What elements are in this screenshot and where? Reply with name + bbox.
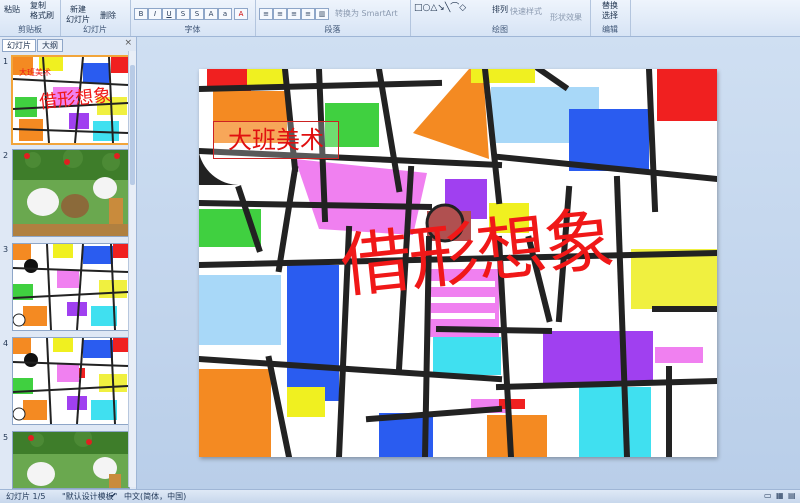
slide-thumbnail-4[interactable] xyxy=(12,337,130,425)
slide-thumbnail-2[interactable] xyxy=(12,149,130,237)
normal-view-icon[interactable]: ▭ xyxy=(764,491,772,500)
justify-icon[interactable]: ≡ xyxy=(301,8,315,20)
align-right-icon[interactable]: ≡ xyxy=(287,8,301,20)
delete-slide-button[interactable]: 删除 xyxy=(100,10,116,21)
slide-canvas: 大班美术 借形想象 xyxy=(137,37,800,489)
editing-label: 编辑 xyxy=(602,25,618,34)
clipboard-label: 剪贴板 xyxy=(18,25,42,34)
ribbon: 粘贴 复制 格式刷 剪贴板 新建 幻灯片 删除 幻灯片 B I U S S A … xyxy=(0,0,800,37)
shadow-icon[interactable]: S xyxy=(190,8,204,20)
strikethrough-icon[interactable]: S xyxy=(176,8,190,20)
tab-slides[interactable]: 幻灯片 xyxy=(2,39,36,52)
thumbnail-art-5 xyxy=(13,432,129,488)
font-group: B I U S S A a A 字体 xyxy=(130,0,256,36)
paragraph-label: 段落 xyxy=(324,25,341,34)
italic-icon[interactable]: I xyxy=(148,8,162,20)
thumbnail-art-4 xyxy=(13,338,129,424)
columns-icon[interactable]: ▥ xyxy=(315,8,329,20)
subtitle-textbox[interactable]: 大班美术 xyxy=(213,121,339,159)
slide-panel: 幻灯片 大纲 × 1 借形想象 大班美术 2 3 4 5 xyxy=(0,37,137,489)
slides-group: 新建 幻灯片 删除 幻灯片 xyxy=(60,0,131,36)
slide-thumbnail-1[interactable]: 借形想象 大班美术 xyxy=(11,55,131,145)
arrange-button[interactable]: 排列 xyxy=(492,4,508,15)
shape-effects-button[interactable]: 形状效果 xyxy=(550,12,582,23)
drawing-label: 绘图 xyxy=(492,25,508,34)
sorter-view-icon[interactable]: ▦ xyxy=(776,491,784,500)
shapes-gallery-icon[interactable]: □○△↘╲⌒◇ xyxy=(414,0,466,13)
align-center-icon[interactable]: ≡ xyxy=(273,8,287,20)
thumb-number: 5 xyxy=(3,433,9,442)
thumb-number: 3 xyxy=(3,245,9,254)
font-label: 字体 xyxy=(184,25,201,34)
thumb-number: 1 xyxy=(3,57,9,66)
slide-count: 幻灯片 1/5 xyxy=(6,492,46,501)
align-left-icon[interactable]: ≡ xyxy=(259,8,273,20)
editing-group: 替换 选择 编辑 xyxy=(590,0,631,36)
slide-thumbnail-3[interactable] xyxy=(12,243,130,331)
clipboard-group: 粘贴 复制 格式刷 剪贴板 xyxy=(0,0,61,36)
scroll-thumb[interactable] xyxy=(130,65,135,185)
paragraph-group: ≡ ≡ ≡ ≡ ▥ 转换为 SmartArt 段落 xyxy=(255,0,411,36)
case-icon[interactable]: a xyxy=(218,8,232,20)
format-painter-button[interactable]: 格式刷 xyxy=(30,10,54,21)
underline-icon[interactable]: U xyxy=(162,8,176,20)
convert-smartart-button[interactable]: 转换为 SmartArt xyxy=(335,8,398,19)
slide-1[interactable]: 大班美术 借形想象 xyxy=(199,69,717,457)
thumbnail-art-3 xyxy=(13,244,129,330)
thumb-number: 4 xyxy=(3,339,9,348)
font-color-icon[interactable]: A xyxy=(234,8,248,20)
paste-button[interactable]: 粘贴 xyxy=(4,4,20,15)
close-icon[interactable]: × xyxy=(124,38,132,48)
spacing-icon[interactable]: A xyxy=(204,8,218,20)
svg-text:大班美术: 大班美术 xyxy=(19,67,51,77)
thumbnail-art-1: 借形想象 大班美术 xyxy=(13,57,129,143)
thumbnail-art-2 xyxy=(13,150,129,236)
select-button[interactable]: 选择 xyxy=(602,10,618,21)
spellcheck-icon[interactable]: ✔ xyxy=(110,491,117,500)
language-indicator: 中文(简体，中国) xyxy=(124,492,187,501)
slides-label: 幻灯片 xyxy=(83,25,107,34)
panel-scrollbar[interactable] xyxy=(128,51,136,487)
bold-icon[interactable]: B xyxy=(134,8,148,20)
panel-tabs: 幻灯片 大纲 xyxy=(2,39,64,52)
drawing-group: □○△↘╲⌒◇ 排列 快速样式 形状效果 绘图 xyxy=(410,0,591,36)
thumb-number: 2 xyxy=(3,151,9,160)
quick-styles-button[interactable]: 快速样式 xyxy=(510,6,542,17)
tab-outline[interactable]: 大纲 xyxy=(37,39,63,52)
slideshow-view-icon[interactable]: ▤ xyxy=(788,491,796,500)
slide-thumbnail-5[interactable] xyxy=(12,431,130,489)
status-bar: 幻灯片 1/5 "默认设计模板" ✔ 中文(简体，中国) ▭ ▦ ▤ xyxy=(0,489,800,503)
